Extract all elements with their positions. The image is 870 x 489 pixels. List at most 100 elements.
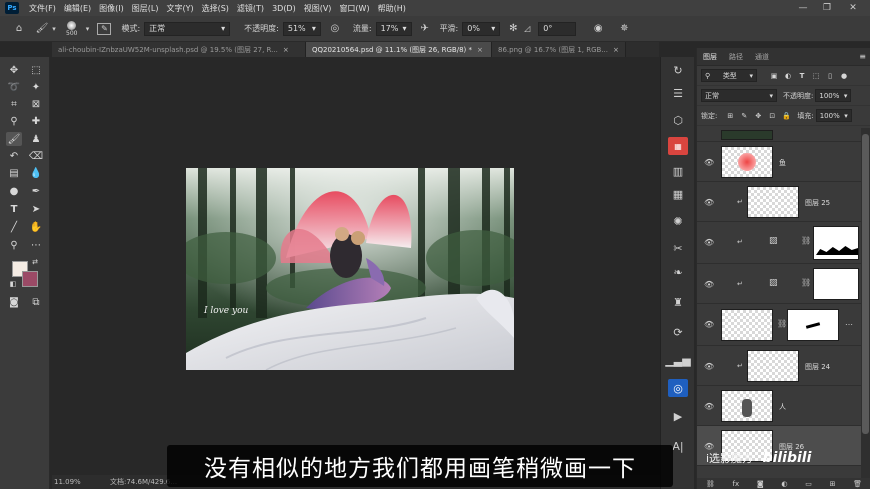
restore-button[interactable]: ❐ — [816, 0, 838, 16]
lock-transparent-icon[interactable]: ⊞ — [723, 112, 737, 120]
link-layers-icon[interactable]: ⛓ — [706, 480, 715, 488]
close-icon[interactable]: × — [477, 46, 483, 54]
3d-panel-icon[interactable]: ⬡ — [668, 111, 688, 129]
pen-tool-icon[interactable]: ✒ — [28, 184, 44, 198]
layer-opacity-input[interactable]: 100% ▾ — [815, 89, 852, 102]
layer-row[interactable]: 👁 ↵ 图层 25 — [697, 182, 861, 222]
menu-type[interactable]: 文字(Y) — [162, 3, 197, 14]
layer-row[interactable]: 👁 人 — [697, 386, 861, 426]
adjustment-filter-icon[interactable]: ◐ — [781, 72, 795, 80]
layer-mask-thumbnail[interactable] — [813, 226, 859, 260]
menu-3d[interactable]: 3D(D) — [268, 4, 300, 13]
brush-preset-picker[interactable]: 500 — [66, 20, 77, 37]
layer-row[interactable]: 👁 ↵ ▨ ⛓ — [697, 222, 861, 264]
minimize-button[interactable]: — — [792, 0, 814, 16]
brushes-panel-icon[interactable]: ❧ — [668, 263, 688, 281]
chevron-down-icon[interactable]: ▾ — [83, 25, 91, 33]
screen-mode-icon[interactable]: ⧉ — [28, 295, 44, 309]
grid-panel-icon[interactable]: ▦ — [668, 185, 688, 203]
swatches-panel-icon[interactable]: ▥ — [668, 162, 688, 180]
lock-image-icon[interactable]: ✎ — [737, 112, 751, 120]
tab-layers[interactable]: 图层 — [697, 52, 723, 62]
brush-tool-icon[interactable]: 🖌 — [6, 132, 22, 146]
move-tool-icon[interactable]: ✥ — [6, 63, 22, 77]
background-color-swatch[interactable] — [22, 271, 38, 287]
new-adjustment-icon[interactable]: ◐ — [781, 480, 787, 488]
swap-colors-icon[interactable]: ⇄ — [30, 257, 40, 267]
brush-tool-icon[interactable]: 🖌 — [34, 23, 50, 34]
add-mask-icon[interactable]: ◙ — [757, 480, 764, 488]
menu-file[interactable]: 文件(F) — [25, 3, 60, 14]
clone-source-panel-icon[interactable]: ♜ — [668, 293, 688, 311]
shape-filter-icon[interactable]: ⬚ — [809, 72, 823, 80]
pressure-opacity-icon[interactable]: ◎ — [327, 23, 343, 34]
type-tool-icon[interactable]: T — [6, 202, 22, 216]
blur-tool-icon[interactable]: 💧 — [28, 166, 44, 180]
delete-layer-icon[interactable]: 🗑 — [853, 480, 862, 488]
fx-button[interactable]: fx — [732, 480, 739, 488]
document-canvas[interactable]: I love you — [186, 168, 514, 370]
visibility-eye-icon[interactable]: 👁 — [704, 362, 714, 371]
frame-tool-icon[interactable]: ⊠ — [28, 97, 44, 111]
tab-ali-choubin[interactable]: ali-choubin-IZnbzaUW52M-unsplash.psd @ 1… — [52, 42, 306, 57]
menu-select[interactable]: 选择(S) — [198, 3, 233, 14]
smoothing-input[interactable]: 0% ▾ — [462, 21, 501, 36]
visibility-eye-icon[interactable]: 👁 — [704, 158, 714, 167]
path-selection-tool-icon[interactable]: ➤ — [28, 202, 44, 216]
blend-mode-select[interactable]: 正常 ▾ — [701, 89, 777, 102]
histogram-panel-icon[interactable]: ▁▃▅ — [665, 351, 690, 369]
mode-select[interactable]: 正常 ▾ — [144, 21, 231, 36]
marquee-tool-icon[interactable]: ⬚ — [28, 63, 44, 77]
flow-input[interactable]: 17% ▾ — [375, 21, 412, 36]
crop-tool-icon[interactable]: ⌗ — [6, 97, 22, 111]
smart-object-filter-icon[interactable]: ▯ — [823, 72, 837, 80]
menu-edit[interactable]: 编辑(E) — [60, 3, 95, 14]
eraser-tool-icon[interactable]: ⌫ — [28, 149, 44, 163]
layer-row[interactable]: 👁 ↵ 图层 24 — [697, 346, 861, 386]
brush-settings-panel-icon[interactable]: ✺ — [668, 212, 688, 230]
layer-mask-thumbnail[interactable] — [813, 268, 859, 300]
layer-row[interactable] — [697, 128, 861, 142]
tab-channels[interactable]: 通道 — [749, 52, 775, 62]
link-icon[interactable]: ⛓ — [801, 236, 811, 245]
pixel-filter-icon[interactable]: ▣ — [767, 72, 781, 80]
brush-settings-icon[interactable]: ✎ — [97, 22, 112, 35]
tool-presets-panel-icon[interactable]: ✂ — [668, 239, 688, 257]
hand-tool-icon[interactable]: ✋ — [28, 220, 44, 234]
filter-toggle-icon[interactable]: ● — [837, 72, 851, 80]
tab-paths[interactable]: 路径 — [723, 52, 749, 62]
type-filter-icon[interactable]: T — [795, 72, 809, 80]
layer-row[interactable]: 👁 鱼 — [697, 142, 861, 182]
more-icon[interactable]: … — [845, 318, 853, 327]
gear-icon[interactable]: ✻ — [506, 23, 520, 34]
lock-artboard-icon[interactable]: ⊡ — [765, 112, 779, 120]
menu-help[interactable]: 帮助(H) — [374, 3, 410, 14]
chevron-down-icon[interactable]: ▾ — [50, 25, 58, 33]
color-panel-icon[interactable]: ▦ — [668, 137, 688, 155]
quick-mask-icon[interactable]: ◙ — [6, 295, 22, 309]
lock-all-icon[interactable]: 🔒 — [779, 112, 793, 120]
history-panel-icon[interactable]: ↻ — [668, 61, 688, 79]
layer-row[interactable]: 👁 ⛓ … — [697, 304, 861, 346]
visibility-eye-icon[interactable]: 👁 — [704, 198, 714, 207]
close-icon[interactable]: × — [283, 46, 289, 54]
airbrush-icon[interactable]: ✈ — [418, 23, 432, 34]
scrollbar-thumb[interactable] — [862, 134, 869, 434]
magic-wand-tool-icon[interactable]: ✦ — [28, 80, 44, 94]
more-tools-icon[interactable]: ⋯ — [28, 238, 44, 252]
lock-position-icon[interactable]: ✥ — [751, 112, 765, 120]
zoom-tool-icon[interactable]: ⚲ — [6, 238, 22, 252]
layer-row[interactable]: 👁 ↵ ▨ ⛓ — [697, 264, 861, 304]
dodge-tool-icon[interactable]: ● — [6, 184, 22, 198]
menu-window[interactable]: 窗口(W) — [335, 3, 373, 14]
timeline-panel-icon[interactable]: ⟳ — [668, 323, 688, 341]
default-colors-icon[interactable]: ◧ — [8, 279, 18, 289]
history-brush-tool-icon[interactable]: ↶ — [6, 149, 22, 163]
pressure-size-icon[interactable]: ◉ — [590, 23, 606, 34]
panel-menu-icon[interactable]: ≡ — [859, 52, 866, 61]
tab-qq20210564[interactable]: QQ20210564.psd @ 11.1% (图层 26, RGB/8) * … — [306, 42, 492, 57]
layer-mask-thumbnail[interactable] — [787, 309, 839, 341]
menu-filter[interactable]: 滤镜(T) — [233, 3, 268, 14]
new-layer-icon[interactable]: ⊞ — [830, 480, 836, 488]
menu-image[interactable]: 图像(I) — [95, 3, 128, 14]
